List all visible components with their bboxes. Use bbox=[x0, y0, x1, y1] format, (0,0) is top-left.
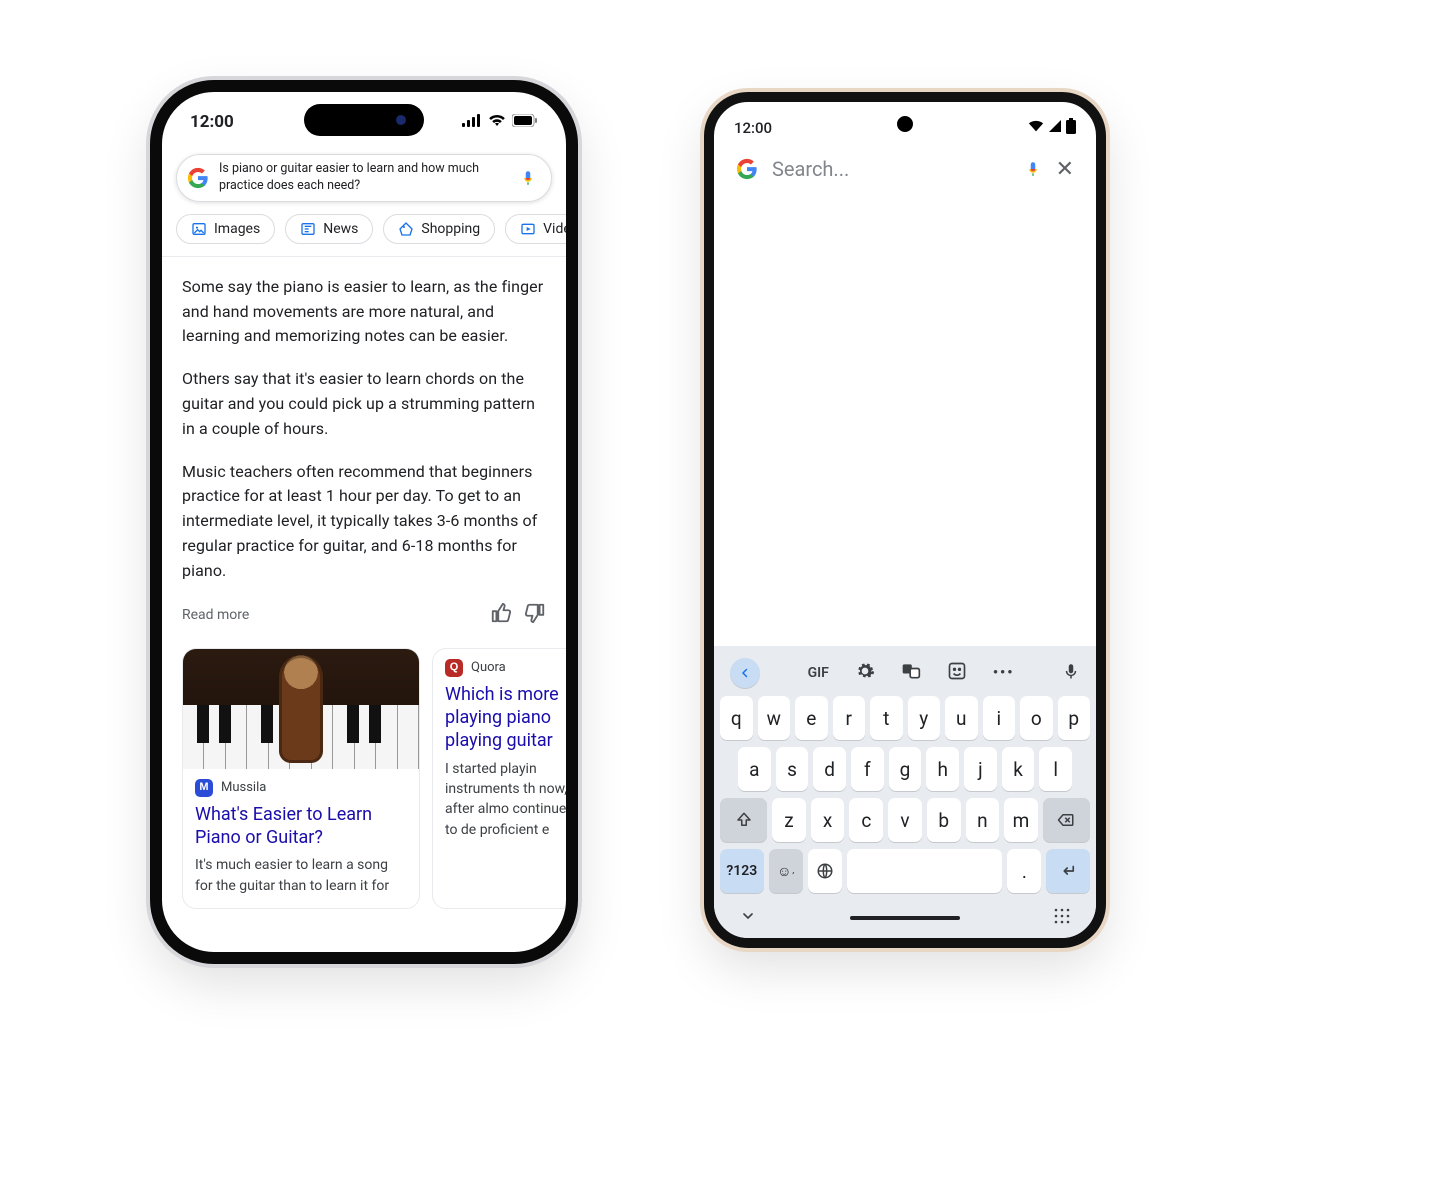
card-source: Quora bbox=[471, 660, 506, 675]
key-z[interactable]: z bbox=[772, 798, 806, 842]
search-bar[interactable]: Search... ✕ bbox=[714, 146, 1096, 190]
chip-images[interactable]: Images bbox=[176, 214, 275, 244]
key-k[interactable]: k bbox=[1002, 747, 1035, 791]
pixel-device: 12:00 Search... ✕ GIF ••• bbox=[704, 92, 1106, 948]
sticker-icon[interactable] bbox=[947, 661, 967, 685]
videos-icon bbox=[520, 221, 536, 237]
chip-label: News bbox=[323, 221, 358, 237]
key-o[interactable]: o bbox=[1020, 696, 1053, 740]
settings-icon[interactable] bbox=[855, 661, 875, 685]
card-body: I started playin instruments th now, aft… bbox=[433, 759, 566, 852]
key-s[interactable]: s bbox=[776, 747, 809, 791]
card-body: It's much easier to learn a song for the… bbox=[183, 855, 419, 908]
voice-search-icon[interactable] bbox=[519, 167, 537, 189]
chip-news[interactable]: News bbox=[285, 214, 373, 244]
enter-key[interactable] bbox=[1046, 849, 1090, 893]
iphone-device: 12:00 Is piano or guitar easier to learn… bbox=[150, 80, 578, 964]
key-h[interactable]: h bbox=[926, 747, 959, 791]
quora-favicon: Q bbox=[445, 659, 463, 677]
period-key[interactable]: . bbox=[1007, 849, 1041, 893]
search-placeholder: Search... bbox=[772, 157, 1010, 181]
read-more-link[interactable]: Read more bbox=[182, 607, 249, 623]
google-logo-icon bbox=[736, 156, 758, 182]
wifi-icon bbox=[1028, 119, 1044, 137]
emoji-key[interactable]: ☺, bbox=[769, 849, 803, 893]
wifi-icon bbox=[488, 112, 506, 132]
filter-chips: Images News Shopping Vide bbox=[162, 212, 566, 257]
key-p[interactable]: p bbox=[1058, 696, 1091, 740]
key-r[interactable]: r bbox=[833, 696, 866, 740]
card-hero-image bbox=[183, 649, 419, 769]
key-x[interactable]: x bbox=[811, 798, 845, 842]
backspace-key[interactable] bbox=[1043, 798, 1090, 842]
key-c[interactable]: c bbox=[849, 798, 883, 842]
key-f[interactable]: f bbox=[851, 747, 884, 791]
search-query-text: Is piano or guitar easier to learn and h… bbox=[219, 161, 509, 195]
search-bar[interactable]: Is piano or guitar easier to learn and h… bbox=[176, 154, 552, 202]
collapse-toolbar-button[interactable] bbox=[730, 658, 760, 688]
spacebar-key[interactable] bbox=[847, 849, 1003, 893]
key-n[interactable]: n bbox=[966, 798, 1000, 842]
key-q[interactable]: q bbox=[720, 696, 753, 740]
status-time: 12:00 bbox=[734, 119, 772, 137]
key-t[interactable]: t bbox=[870, 696, 903, 740]
chip-label: Images bbox=[214, 221, 260, 237]
key-l[interactable]: l bbox=[1039, 747, 1072, 791]
key-i[interactable]: i bbox=[983, 696, 1016, 740]
shift-key[interactable] bbox=[720, 798, 767, 842]
answer-para-2: Others say that it's easier to learn cho… bbox=[182, 367, 546, 441]
card-title: Which is more playing piano playing guit… bbox=[433, 681, 566, 759]
home-handle[interactable] bbox=[850, 916, 960, 920]
thumbs-down-button[interactable] bbox=[524, 602, 546, 628]
key-u[interactable]: u bbox=[945, 696, 978, 740]
key-a[interactable]: a bbox=[738, 747, 771, 791]
chip-shopping[interactable]: Shopping bbox=[383, 214, 495, 244]
language-key[interactable] bbox=[808, 849, 842, 893]
result-card-quora[interactable]: Q Quora Which is more playing piano playi… bbox=[432, 648, 566, 909]
card-source: Mussila bbox=[221, 780, 266, 795]
news-icon bbox=[300, 221, 316, 237]
key-d[interactable]: d bbox=[813, 747, 846, 791]
key-e[interactable]: e bbox=[795, 696, 828, 740]
result-cards: M Mussila What's Easier to Learn Piano or… bbox=[162, 634, 566, 909]
voice-search-icon[interactable] bbox=[1024, 158, 1042, 180]
dynamic-island bbox=[304, 104, 424, 136]
keyboard: GIF ••• qwertyuiop asdfghjkl zxcvbnm ?12… bbox=[714, 646, 1096, 938]
clear-search-button[interactable]: ✕ bbox=[1056, 157, 1074, 182]
thumbs-up-button[interactable] bbox=[490, 602, 512, 628]
answer-para-3: Music teachers often recommend that begi… bbox=[182, 460, 546, 584]
result-card-mussila[interactable]: M Mussila What's Easier to Learn Piano or… bbox=[182, 648, 420, 909]
more-icon[interactable]: ••• bbox=[993, 665, 1015, 681]
answer-para-1: Some say the piano is easier to learn, a… bbox=[182, 275, 546, 349]
battery-icon bbox=[512, 112, 538, 132]
symbols-key[interactable]: ?123 bbox=[720, 849, 764, 893]
key-m[interactable]: m bbox=[1004, 798, 1038, 842]
translate-icon[interactable] bbox=[901, 661, 921, 685]
key-y[interactable]: y bbox=[908, 696, 941, 740]
mic-icon[interactable] bbox=[1062, 662, 1080, 684]
chip-videos[interactable]: Vide bbox=[505, 214, 566, 244]
images-icon bbox=[191, 221, 207, 237]
card-title: What's Easier to Learn Piano or Guitar? bbox=[183, 801, 419, 856]
chip-label: Shopping bbox=[421, 221, 480, 237]
keyboard-grid-icon[interactable] bbox=[1054, 908, 1070, 928]
status-time: 12:00 bbox=[190, 112, 234, 132]
front-camera bbox=[897, 116, 913, 132]
key-v[interactable]: v bbox=[888, 798, 922, 842]
shopping-icon bbox=[398, 221, 414, 237]
google-logo-icon bbox=[187, 167, 209, 189]
cellular-icon bbox=[462, 112, 482, 132]
key-b[interactable]: b bbox=[927, 798, 961, 842]
chip-label: Vide bbox=[543, 221, 566, 237]
key-w[interactable]: w bbox=[758, 696, 791, 740]
key-j[interactable]: j bbox=[964, 747, 997, 791]
answer-content: Some say the piano is easier to learn, a… bbox=[162, 257, 566, 584]
battery-icon bbox=[1066, 118, 1076, 138]
gif-button[interactable]: GIF bbox=[808, 665, 829, 681]
cellular-icon bbox=[1048, 119, 1062, 137]
collapse-keyboard-button[interactable] bbox=[740, 908, 756, 928]
key-g[interactable]: g bbox=[889, 747, 922, 791]
mussila-favicon: M bbox=[195, 779, 213, 797]
